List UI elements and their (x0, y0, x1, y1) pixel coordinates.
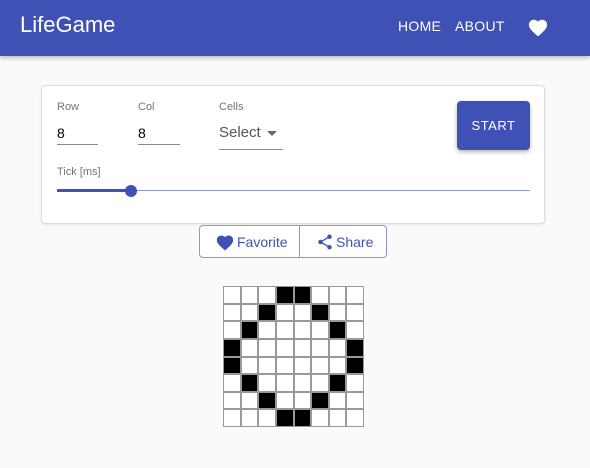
start-button[interactable]: START (457, 101, 530, 150)
chevron-down-icon (267, 131, 277, 136)
board-cell[interactable] (275, 303, 294, 322)
board-cell[interactable] (275, 286, 294, 304)
board-cell[interactable] (311, 338, 329, 357)
board-cell[interactable] (223, 338, 241, 357)
board-cell[interactable] (275, 321, 294, 339)
board-cell[interactable] (258, 286, 276, 304)
board-cell[interactable] (223, 356, 241, 375)
col-label: Col (138, 101, 155, 113)
board-cell[interactable] (346, 356, 364, 375)
row-input[interactable] (57, 121, 98, 145)
board-cell[interactable] (258, 374, 276, 392)
board-cell[interactable] (293, 391, 312, 410)
favorite-button[interactable]: Favorite (200, 226, 300, 257)
board-cell[interactable] (346, 321, 364, 339)
board-cell[interactable] (275, 374, 294, 392)
nav-about-link[interactable]: ABOUT (455, 18, 505, 34)
board-cell[interactable] (275, 356, 294, 375)
board-cell[interactable] (346, 374, 364, 392)
slider-thumb[interactable] (124, 185, 137, 197)
board-cell[interactable] (328, 321, 347, 339)
board-cell[interactable] (275, 391, 294, 410)
tick-label: Tick [ms] (57, 166, 101, 178)
board-cell[interactable] (258, 356, 276, 375)
nav-home-link[interactable]: HOME (398, 18, 441, 34)
board-cell[interactable] (275, 338, 294, 357)
board-cell[interactable] (240, 391, 259, 410)
board-cell[interactable] (293, 338, 312, 357)
board-cell[interactable] (328, 338, 347, 357)
board-cell[interactable] (293, 303, 312, 322)
board-cell[interactable] (240, 303, 259, 322)
board-cell[interactable] (328, 391, 347, 410)
board-cell[interactable] (346, 391, 364, 410)
cells-select-value: Select (219, 124, 261, 141)
board-cell[interactable] (258, 338, 276, 357)
board-cell[interactable] (240, 409, 259, 427)
board-cell[interactable] (328, 374, 347, 392)
board-cell[interactable] (223, 321, 241, 339)
share-label: Share (336, 234, 374, 250)
board-cell[interactable] (240, 374, 259, 392)
app-title: LifeGame (20, 12, 116, 37)
board-cell[interactable] (311, 286, 329, 304)
board-cell[interactable] (223, 409, 241, 427)
action-button-group: Favorite Share (199, 225, 387, 258)
game-board (223, 286, 364, 427)
board-cell[interactable] (346, 409, 364, 427)
board-cell[interactable] (275, 409, 294, 427)
heart-icon[interactable] (527, 17, 549, 37)
board-cell[interactable] (328, 409, 347, 427)
board-cell[interactable] (223, 374, 241, 392)
share-icon (318, 234, 332, 250)
board-cell[interactable] (311, 409, 329, 427)
board-cell[interactable] (258, 303, 276, 322)
board-cell[interactable] (328, 303, 347, 322)
board-cell[interactable] (293, 286, 312, 304)
board-cell[interactable] (293, 409, 312, 427)
board-cell[interactable] (240, 286, 259, 304)
board-cell[interactable] (258, 321, 276, 339)
board-cell[interactable] (240, 338, 259, 357)
board-cell[interactable] (223, 391, 241, 410)
board-cell[interactable] (293, 356, 312, 375)
share-button[interactable]: Share (300, 226, 386, 257)
board-cell[interactable] (346, 286, 364, 304)
board-cell[interactable] (258, 409, 276, 427)
row-label: Row (57, 101, 80, 113)
board-cell[interactable] (311, 391, 329, 410)
board-cell[interactable] (293, 321, 312, 339)
board-cell[interactable] (311, 303, 329, 322)
col-input[interactable] (138, 121, 180, 145)
board-cell[interactable] (346, 303, 364, 322)
heart-icon (216, 235, 234, 251)
app-bar: LifeGame HOME ABOUT (0, 0, 590, 56)
board-cell[interactable] (240, 356, 259, 375)
board-cell[interactable] (258, 391, 276, 410)
board-cell[interactable] (311, 321, 329, 339)
cells-label: Cells (219, 101, 244, 113)
tick-slider[interactable] (57, 183, 530, 199)
board-cell[interactable] (328, 286, 347, 304)
board-cell[interactable] (293, 374, 312, 392)
cells-select[interactable]: Select (219, 122, 283, 150)
board-cell[interactable] (223, 303, 241, 322)
board-cell[interactable] (328, 356, 347, 375)
board-cell[interactable] (240, 321, 259, 339)
board-cell[interactable] (223, 286, 241, 304)
board-cell[interactable] (311, 356, 329, 375)
favorite-label: Favorite (237, 234, 288, 250)
board-cell[interactable] (346, 338, 364, 357)
slider-track (57, 189, 131, 192)
board-cell[interactable] (311, 374, 329, 392)
settings-card: Row Col Cells Select START Tick [ms] (41, 85, 545, 224)
